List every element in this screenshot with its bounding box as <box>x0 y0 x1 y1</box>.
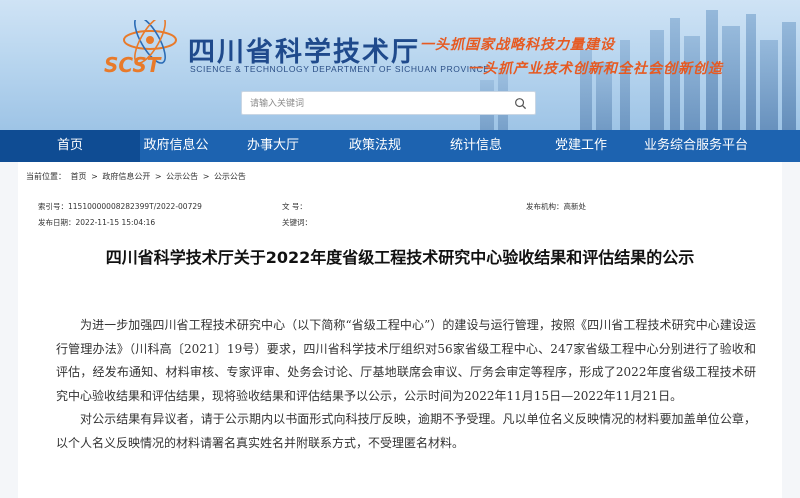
article-paragraph-1: 为进一步加强四川省工程技术研究中心（以下简称“省级工程中心”）的建设与运行管理，… <box>56 318 756 403</box>
meta-keywords: 关键词： <box>282 217 312 228</box>
svg-text:SCST: SCST <box>104 53 162 76</box>
search-box <box>241 91 536 115</box>
breadcrumb-item-gov-info[interactable]: 政府信息公开 <box>102 172 150 181</box>
article-body: 为进一步加强四川省工程技术研究中心（以下简称“省级工程中心”）的建设与运行管理，… <box>56 314 756 455</box>
breadcrumb-item-home[interactable]: 首页 <box>71 172 87 181</box>
slogan-line-1: 一头抓国家战略科技力量建设 <box>420 37 615 53</box>
article-paragraph-2: 对公示结果有异议者，请于公示期内以书面形式向科技厅反映，逾期不予受理。凡以单位名… <box>56 412 756 450</box>
breadcrumb: 当前位置： 首页 > 政府信息公开 > 公示公告 > 公示公告 <box>26 171 248 182</box>
meta-date-value: 2022-11-15 15:04:16 <box>75 218 156 227</box>
meta-index-value: 11510000008282399T/2022-00729 <box>68 202 202 211</box>
breadcrumb-prefix: 当前位置： <box>26 172 66 181</box>
meta-docno-label: 文 号： <box>282 202 307 211</box>
site-subtitle: SCIENCE & TECHNOLOGY DEPARTMENT OF SICHU… <box>190 64 490 74</box>
breadcrumb-item-notices[interactable]: 公示公告 <box>166 172 198 181</box>
search-input[interactable] <box>250 95 500 112</box>
meta-agency-label: 发布机构： <box>526 202 564 211</box>
nav-item-party-building[interactable]: 党建工作 <box>536 130 626 162</box>
meta-agency-value: 高新处 <box>563 202 587 211</box>
breadcrumb-separator: > <box>202 172 210 181</box>
nav-item-policy[interactable]: 政策法规 <box>334 130 416 162</box>
nav-item-home[interactable]: 首页 <box>0 130 140 162</box>
meta-date: 发布日期：2022-11-15 15:04:16 <box>38 217 155 228</box>
meta-date-label: 发布日期： <box>38 218 76 227</box>
nav-item-service-platform[interactable]: 业务综合服务平台 <box>626 130 766 162</box>
article-title: 四川省科学技术厅关于2022年度省级工程技术研究中心验收结果和评估结果的公示 <box>105 248 695 267</box>
breadcrumb-separator: > <box>154 172 162 181</box>
breadcrumb-item-notices-current[interactable]: 公示公告 <box>214 172 246 181</box>
meta-index-label: 索引号： <box>38 202 68 211</box>
main-nav: 首页 政府信息公开 办事大厅 政策法规 统计信息 党建工作 业务综合服务平台 <box>0 130 800 185</box>
search-icon[interactable] <box>514 97 527 110</box>
site-header: SCST 四川省科学技术厅 SCIENCE & TECHNOLOGY DEPAR… <box>0 0 800 130</box>
breadcrumb-separator: > <box>91 172 98 181</box>
content-panel: 当前位置： 首页 > 政府信息公开 > 公示公告 > 公示公告 索引号：1151… <box>18 162 782 498</box>
nav-item-service-hall[interactable]: 办事大厅 <box>212 130 334 162</box>
slogan-line-2: 一头抓产业技术创新和全社会创新创造 <box>468 61 723 77</box>
meta-docno: 文 号： <box>282 201 307 212</box>
nav-item-gov-info[interactable]: 政府信息公开 <box>140 130 212 185</box>
nav-item-statistics[interactable]: 统计信息 <box>416 130 536 162</box>
meta-index: 索引号：11510000008282399T/2022-00729 <box>38 201 202 212</box>
scst-logo: SCST <box>104 20 177 76</box>
meta-keywords-label: 关键词： <box>282 218 312 227</box>
meta-agency: 发布机构：高新处 <box>526 201 586 212</box>
